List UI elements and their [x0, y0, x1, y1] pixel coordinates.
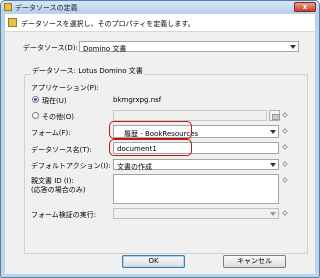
chevron-down-icon [290, 45, 296, 49]
radio-current[interactable] [32, 96, 39, 103]
browse-folder-icon[interactable] [269, 110, 280, 121]
application-current-value: bkmgrxpg.nsf [113, 96, 162, 104]
application-other-input[interactable] [113, 110, 267, 121]
chevron-down-icon [270, 130, 276, 134]
header-description: データソースを選択し、そのプロパティを定義します。 [21, 20, 195, 28]
radio-other-label: その他(O) [42, 113, 74, 121]
datasource-select-value: Domino 文書 [83, 45, 127, 53]
window-title: データソースの定義 [15, 4, 78, 12]
datasource-name-label: データソース名(T): [31, 146, 92, 154]
default-action-value: 文書の作成 [117, 163, 152, 171]
form-label: フォーム(F): [31, 129, 71, 137]
dialog-body: データソースを選択し、そのプロパティを定義します。 データソース(D): Dom… [5, 14, 315, 274]
close-button[interactable]: x [294, 2, 316, 12]
chevron-down-icon [270, 163, 276, 167]
application-label: アプリケーション(P): [31, 84, 99, 92]
header-band: データソースを選択し、そのプロパティを定義します。 [5, 14, 315, 32]
chevron-down-icon [270, 212, 276, 216]
title-bar[interactable]: データソースの定義 x [1, 1, 319, 13]
form-validation-select[interactable] [113, 208, 279, 219]
form-validation-label: フォーム検証の実行: [31, 211, 97, 219]
datasource-name-highlight [109, 139, 192, 156]
group-title: データソース: Lotus Domino 文書 [31, 66, 144, 76]
parent-id-input[interactable] [113, 174, 279, 204]
default-action-select[interactable]: 文書の作成 [113, 159, 279, 171]
dialog-window: データソースの定義 x データソースを選択し、そのプロパティを定義します。 デー… [0, 0, 320, 278]
radio-other[interactable] [32, 112, 39, 119]
datasource-icon [8, 18, 17, 27]
datasource-label: データソース(D): [23, 44, 78, 52]
parent-id-sublabel: (応答の場合のみ) [31, 186, 86, 194]
default-action-label: デフォルトアクション(I): [31, 162, 111, 170]
datasource-select[interactable]: Domino 文書 [79, 41, 299, 53]
ok-button[interactable]: OK [122, 255, 185, 268]
cancel-button[interactable]: キャンセル [223, 255, 286, 268]
app-icon [4, 3, 12, 11]
radio-current-label: 現在(U) [42, 97, 67, 105]
form-highlight [109, 121, 192, 139]
